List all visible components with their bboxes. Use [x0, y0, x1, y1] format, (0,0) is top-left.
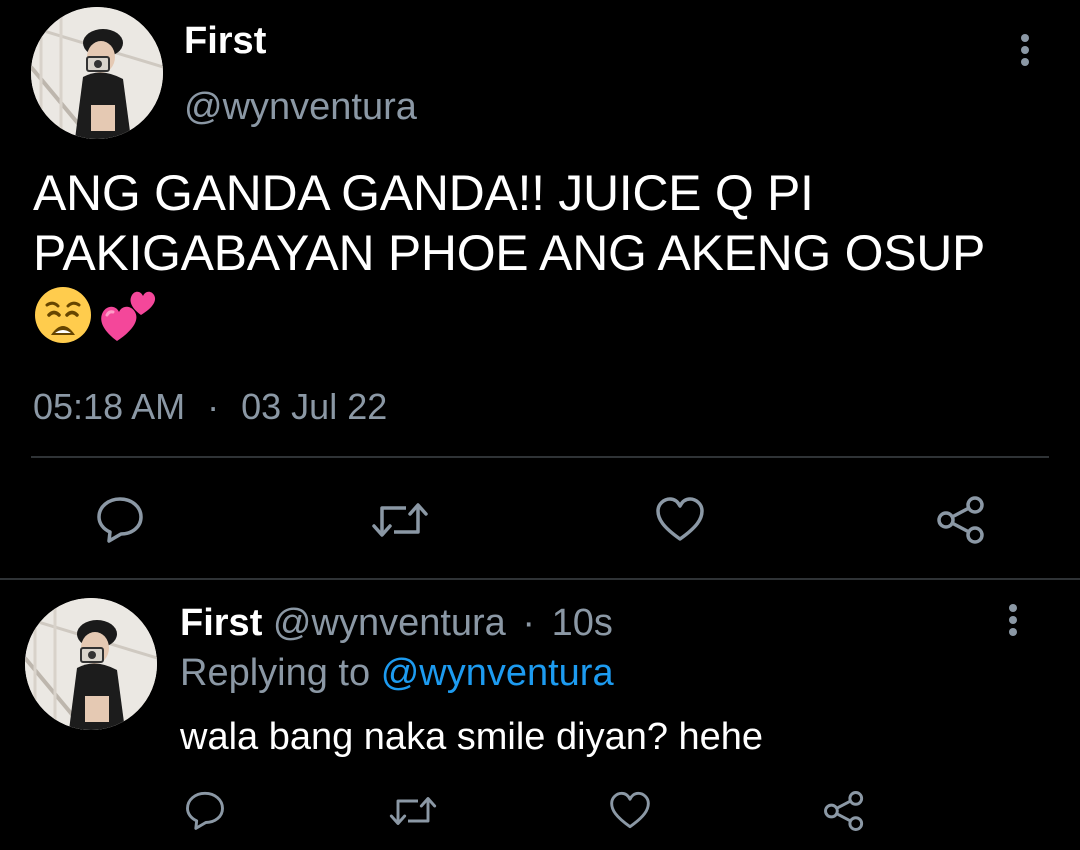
tweet-text-line: ANG GANDA GANDA!! JUICE Q PI — [33, 165, 814, 221]
divider — [0, 578, 1080, 580]
reply-more-options-icon[interactable] — [1005, 604, 1021, 636]
replying-to-mention[interactable]: @wynventura — [381, 652, 614, 694]
weary-face-emoji — [35, 287, 91, 343]
reply-author-avatar[interactable] — [25, 598, 157, 730]
retweet-icon[interactable] — [388, 794, 438, 828]
more-options-icon[interactable] — [1017, 34, 1033, 66]
tweet-emojis — [33, 285, 159, 345]
reply-icon[interactable] — [95, 495, 145, 543]
reply-icon[interactable] — [184, 790, 226, 830]
avatar-photo — [31, 7, 163, 139]
retweet-icon[interactable] — [370, 500, 430, 540]
meta-separator: · — [207, 386, 220, 427]
reply-author-name[interactable]: First — [180, 602, 262, 644]
tweet-timestamp: 05:18 AM · 03 Jul 22 — [33, 386, 387, 428]
author-avatar[interactable] — [31, 7, 163, 139]
reply-header: First @wynventura · 10s — [180, 602, 613, 645]
like-icon[interactable] — [609, 790, 651, 830]
reply-time-ago: 10s — [551, 602, 613, 644]
two-hearts-emoji — [101, 291, 156, 341]
replying-to-line: Replying to @wynventura — [180, 652, 614, 695]
reply-author-handle[interactable]: @wynventura — [273, 602, 506, 644]
tweet-date: 03 Jul 22 — [241, 386, 388, 427]
tweet-text-line: PAKIGABAYAN PHOE ANG AKENG OSUP — [33, 225, 986, 281]
meta-separator: · — [522, 602, 536, 644]
replying-to-label: Replying to — [180, 652, 371, 694]
share-icon[interactable] — [822, 790, 866, 832]
reply-text: wala bang naka smile diyan? hehe — [180, 716, 764, 758]
author-handle[interactable]: @wynventura — [184, 86, 417, 129]
tweet-text: ANG GANDA GANDA!! JUICE Q PI PAKIGABAYAN… — [33, 163, 1043, 283]
author-name[interactable]: First — [184, 20, 266, 63]
tweet-time: 05:18 AM — [33, 386, 186, 427]
share-icon[interactable] — [935, 495, 987, 545]
divider — [31, 456, 1049, 458]
avatar-photo — [25, 598, 157, 730]
like-icon[interactable] — [655, 495, 705, 543]
